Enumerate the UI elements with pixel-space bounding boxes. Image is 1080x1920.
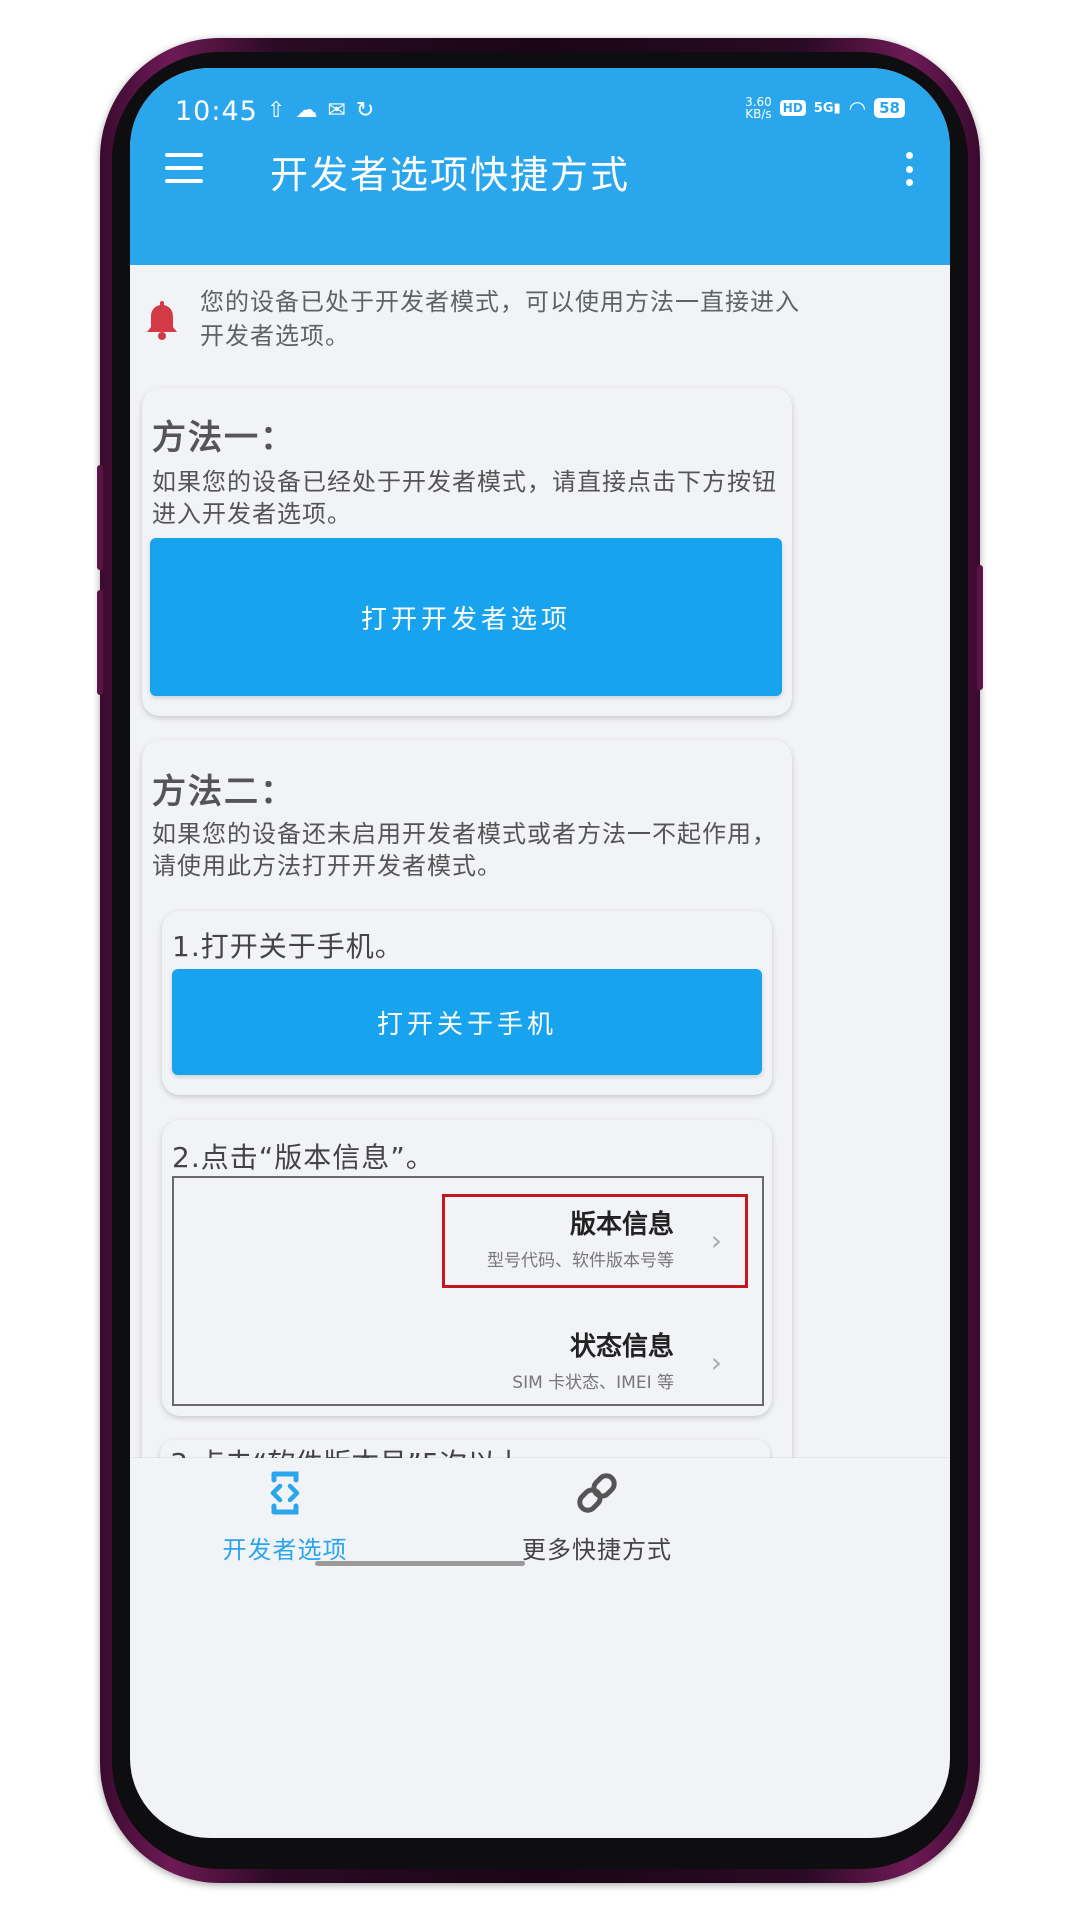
message-icon: ✉ [327,98,346,123]
page-title: 开发者选项快捷方式 [270,155,631,197]
system-icons: 3.60 KB/s HD 5G▮ ◠ 58 [745,96,905,120]
sync-icon: ↻ [355,98,375,123]
nav-item-developer-options[interactable]: 开发者选项 [175,1468,395,1568]
method-two-title: 方法二： [152,772,296,812]
power-button [977,565,983,690]
notification-icons: ⇧ ☁ ✉ ↻ [267,98,374,123]
chevron-right-icon: › [710,1346,722,1379]
method-two-description: 如果您的设备还未启用开发者模式或者方法一不起作用，请使用此方法打开开发者模式。 [152,820,777,880]
step-two-title: 2.点击“版本信息”。 [172,1141,435,1174]
settings-example-image: 版本信息 型号代码、软件版本号等 › 状态信息 SIM 卡状态、IMEI 等 › [172,1176,764,1406]
nav-label: 更多快捷方式 [522,1536,672,1564]
signal-icon: 5G▮ [813,100,841,116]
step-one-card: 1.打开关于手机。 打开关于手机 [162,911,772,1095]
setting-title: 状态信息 [569,1332,674,1362]
upload-icon: ⇧ [267,98,286,123]
volume-button [97,590,103,695]
wifi-icon: ◠ [848,96,867,120]
developer-mode-notice: 您的设备已处于开发者模式，可以使用方法一直接进入开发者选项。 [130,273,950,363]
battery-icon: 58 [874,98,905,118]
hd-icon: HD [779,100,806,116]
hamburger-menu-icon[interactable] [165,153,203,183]
nav-item-more-shortcuts[interactable]: 更多快捷方式 [487,1468,707,1568]
status-time: 10:45 [175,96,258,127]
screen: 10:45 ⇧ ☁ ✉ ↻ 3.60 KB/s HD 5G▮ ◠ 58 开发者选… [130,68,950,1838]
method-one-title: 方法一： [152,418,296,458]
highlight-box [442,1194,748,1288]
setting-subtitle: SIM 卡状态、IMEI 等 [512,1373,674,1393]
step-two-card: 2.点击“版本信息”。 版本信息 型号代码、软件版本号等 › 状态信息 SIM … [162,1120,772,1416]
wechat-icon: ☁ [295,98,318,123]
link-icon [577,1473,617,1513]
network-speed: 3.60 KB/s [745,95,772,121]
status-bar: 10:45 ⇧ ☁ ✉ ↻ 3.60 KB/s HD 5G▮ ◠ 58 [175,96,905,136]
method-one-description: 如果您的设备已经处于开发者模式，请直接点击下方按钮进入开发者选项。 [152,468,777,528]
open-about-phone-button[interactable]: 打开关于手机 [172,969,762,1075]
open-developer-options-button[interactable]: 打开开发者选项 [150,538,782,696]
step-one-title: 1.打开关于手机。 [172,930,404,963]
notice-text: 您的设备已处于开发者模式，可以使用方法一直接进入开发者选项。 [200,288,800,350]
volume-button [97,465,103,570]
app-header: 10:45 ⇧ ☁ ✉ ↻ 3.60 KB/s HD 5G▮ ◠ 58 开发者选… [130,68,950,265]
nav-label: 开发者选项 [222,1536,348,1564]
overflow-menu-icon[interactable] [904,152,914,186]
bottom-navigation: 开发者选项 更多快捷方式 [130,1458,950,1578]
method-one-card: 方法一： 如果您的设备已经处于开发者模式，请直接点击下方按钮进入开发者选项。 打… [142,388,792,716]
status-info-row: 状态信息 SIM 卡状态、IMEI 等 › [442,1314,762,1404]
home-indicator[interactable] [315,1561,525,1566]
bell-icon [147,301,177,340]
developer-code-icon [270,1471,300,1515]
